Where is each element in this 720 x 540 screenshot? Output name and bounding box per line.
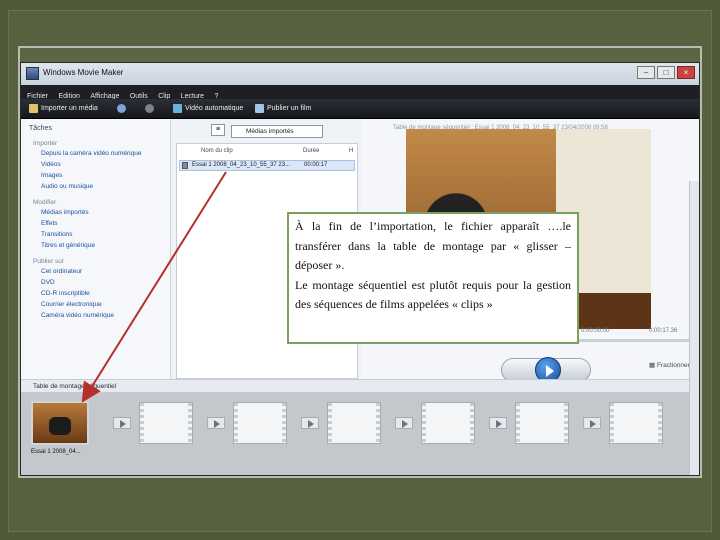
link-dvd[interactable]: DVD xyxy=(41,278,170,287)
transition-slot[interactable] xyxy=(301,417,319,429)
link-camera[interactable]: Depuis la caméra vidéo numérique xyxy=(41,149,170,158)
storyboard-slot[interactable] xyxy=(515,402,569,444)
storyboard-slot[interactable] xyxy=(421,402,475,444)
tasks-title: Tâches xyxy=(29,125,52,132)
title-bar: Windows Movie Maker – □ × xyxy=(21,63,699,85)
redo-button[interactable] xyxy=(145,103,157,114)
section-modifier: Modifier xyxy=(33,199,57,206)
storyboard-slot[interactable] xyxy=(327,402,381,444)
automovie-label: Vidéo automatique xyxy=(185,105,244,112)
link-images[interactable]: Images xyxy=(41,171,170,180)
transition-slot[interactable] xyxy=(207,417,225,429)
storyboard-label[interactable]: Table de montage séquentiel xyxy=(33,383,116,390)
automovie-button[interactable]: Vidéo automatique xyxy=(173,103,243,114)
minimize-button[interactable]: – xyxy=(637,66,655,79)
callout-text-1: À la fin de l’importation, le fichier ap… xyxy=(295,219,571,272)
publish-label: Publier un film xyxy=(267,105,312,112)
maximize-button[interactable]: □ xyxy=(657,66,675,79)
app-icon xyxy=(26,67,39,80)
transition-slot[interactable] xyxy=(583,417,601,429)
tasks-pane: Tâches Importer Depuis la caméra vidéo n… xyxy=(21,119,171,379)
storyboard-strip xyxy=(21,393,699,475)
col-h-header[interactable]: H xyxy=(349,148,353,154)
link-transitions[interactable]: Transitions xyxy=(41,230,170,239)
clip-row[interactable]: Essai 1 2008_04_23_10_55_37 23... 00:00:… xyxy=(179,160,355,171)
menu-bar: Fichier Edition Affichage Outils Clip Le… xyxy=(21,85,699,100)
time-total: 0:00:17.36 xyxy=(649,328,678,334)
storyboard-slot[interactable] xyxy=(233,402,287,444)
undo-icon xyxy=(117,103,126,113)
storyboard-clip-label: Essai 1 2008_04... xyxy=(31,449,81,455)
transition-slot[interactable] xyxy=(113,417,131,429)
publish-icon xyxy=(255,103,264,113)
close-button[interactable]: × xyxy=(677,66,695,79)
storyboard-slot[interactable] xyxy=(139,402,193,444)
link-imported-media[interactable]: Médias importés xyxy=(41,208,170,217)
tasks-toggle-icon[interactable]: ≡ xyxy=(211,124,225,136)
undo-button[interactable] xyxy=(117,103,129,114)
storyboard-clip[interactable] xyxy=(31,401,89,445)
link-audio[interactable]: Audio ou musique xyxy=(41,182,170,191)
transition-slot[interactable] xyxy=(395,417,413,429)
instruction-callout: À la fin de l’importation, le fichier ap… xyxy=(287,212,579,344)
col-duration-header[interactable]: Durée xyxy=(303,148,319,154)
collections-dropdown[interactable]: Médias importés xyxy=(231,125,323,138)
window-title: Windows Movie Maker xyxy=(43,68,124,77)
split-label: Fractionner xyxy=(656,362,690,369)
col-name-header[interactable]: Nom du clip xyxy=(201,148,233,154)
automovie-icon xyxy=(173,103,182,113)
link-computer[interactable]: Cet ordinateur xyxy=(41,267,170,276)
callout-text-2: Le montage séquentiel est plutôt requis … xyxy=(295,277,571,312)
publish-movie-button[interactable]: Publier un film xyxy=(255,103,311,114)
import-media-label: Importer un média xyxy=(41,105,98,112)
link-cdr[interactable]: CD-R inscriptible xyxy=(41,289,170,298)
import-icon xyxy=(29,103,38,113)
link-titles[interactable]: Titres et générique xyxy=(41,241,170,250)
link-dv-camera[interactable]: Caméra vidéo numérique xyxy=(41,311,170,320)
link-effects[interactable]: Effets xyxy=(41,219,170,228)
split-icon: ▦ xyxy=(649,362,657,369)
storyboard-slot[interactable] xyxy=(609,402,663,444)
clip-file-icon xyxy=(182,162,188,169)
split-button[interactable]: ▦ Fractionner xyxy=(649,361,690,369)
clip-duration: 00:00:17 xyxy=(304,162,328,168)
link-videos[interactable]: Vidéos xyxy=(41,160,170,169)
import-media-button[interactable]: Importer un média xyxy=(29,103,98,114)
redo-icon xyxy=(145,103,154,113)
transition-slot[interactable] xyxy=(489,417,507,429)
link-email[interactable]: Courrier électronique xyxy=(41,300,170,309)
clip-name: Essai 1 2008_04_23_10_55_37 23... xyxy=(192,162,291,168)
clip-thumbnail-subject xyxy=(49,417,71,435)
time-current: 0:00:00.00 xyxy=(581,328,610,334)
storyboard-toolbar: Table de montage séquentiel xyxy=(21,379,699,393)
toolbar: Importer un média Vidéo automatique Publ… xyxy=(21,99,699,119)
vertical-scrollbar[interactable] xyxy=(689,181,699,475)
section-importer: Importer xyxy=(33,140,58,147)
section-publier: Publier sur xyxy=(33,258,65,265)
